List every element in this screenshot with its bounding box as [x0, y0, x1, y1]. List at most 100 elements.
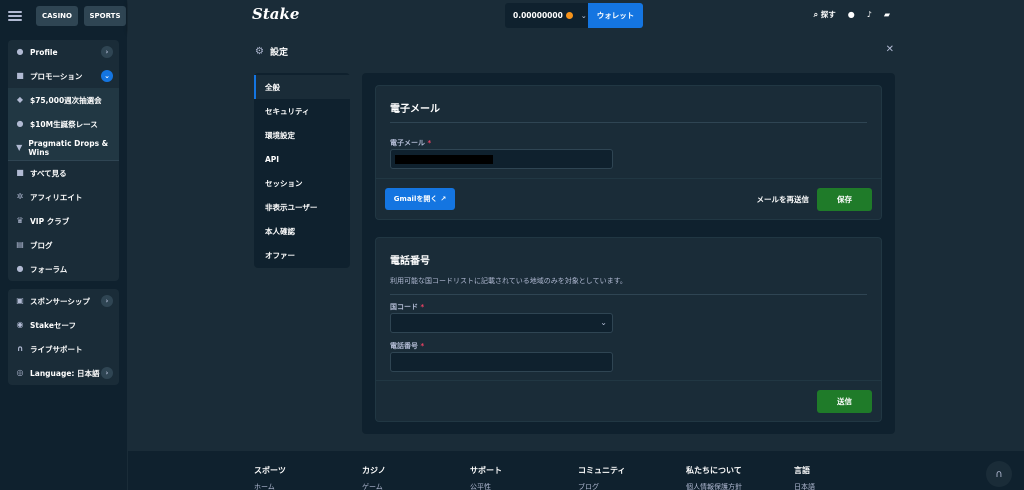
tab-api[interactable]: API	[254, 147, 350, 171]
gift-icon: ■	[16, 71, 24, 80]
chevron-right-icon[interactable]: ›	[101, 46, 113, 58]
promotions-submenu: ◆ $75,000週次抽選会 ● $10M生誕祭レース ▼ Pragmatic …	[8, 88, 119, 160]
divider	[390, 294, 867, 295]
sidebar-item-label: スポンサーシップ	[30, 296, 90, 306]
footer-heading-language: 言語	[794, 466, 810, 475]
sidebar-item-blog[interactable]: ▤ ブログ	[8, 233, 119, 257]
footer-heading-sports: スポーツ	[254, 466, 286, 475]
chevron-down-icon: ⌄	[580, 11, 587, 20]
settings-nav: 全般 セキュリティ 環境設定 API セッション 非表示ユーザー 本人確認 オフ…	[254, 73, 350, 268]
sidebar-item-label: Profile	[30, 47, 58, 57]
open-gmail-button[interactable]: Gmailを開く ↗	[385, 188, 455, 210]
sidebar-item-birthday-race[interactable]: ● $10M生誕祭レース	[8, 112, 119, 136]
resend-email-link[interactable]: メールを再送信	[757, 194, 810, 205]
phone-label-text: 電話番号	[390, 342, 418, 350]
bitcoin-icon	[565, 12, 573, 19]
sidebar-item-language[interactable]: ◎ Language: 日本語 ›	[8, 361, 119, 385]
user-icon[interactable]: ●	[848, 10, 855, 19]
redacted-email	[395, 155, 493, 164]
sidebar-item-vip[interactable]: ♛ VIP クラブ	[8, 209, 119, 233]
menu-icon[interactable]	[8, 11, 22, 21]
tab-security[interactable]: セキュリティ	[254, 99, 350, 123]
settings-content: 電子メール 電子メール * Gmailを開く ↗ メールを再送信 保存 電話番号…	[362, 73, 895, 434]
tab-sessions[interactable]: セッション	[254, 171, 350, 195]
coin-icon: ●	[16, 119, 24, 128]
page-footer: スポーツ ホーム カジノ ゲーム サポート 公平性 コミュニティ ブログ 私たち…	[128, 451, 1024, 490]
gear-icon: ⚙	[255, 46, 264, 57]
sidebar-item-label: ブログ	[30, 240, 53, 250]
chevron-down-icon[interactable]: ⌄	[101, 70, 113, 82]
sidebar-item-stake-safe[interactable]: ◉ Stakeセーフ	[8, 313, 119, 337]
stake-logo[interactable]: Stake	[252, 5, 299, 23]
gift-icon: ■	[16, 168, 24, 177]
tab-verification[interactable]: 本人確認	[254, 219, 350, 243]
page-title: ⚙ 設定	[255, 45, 288, 58]
tab-general[interactable]: 全般	[254, 75, 350, 99]
sidebar-item-pragmatic[interactable]: ▼ Pragmatic Drops & Wins	[8, 136, 119, 160]
chat-icon[interactable]: ▰	[884, 10, 890, 19]
sidebar-item-label: ライブサポート	[30, 344, 83, 354]
email-card-footer: Gmailを開く ↗ メールを再送信 保存	[376, 178, 881, 219]
phone-label: 電話番号 *	[390, 341, 424, 351]
email-card: 電子メール 電子メール * Gmailを開く ↗ メールを再送信 保存	[375, 85, 882, 220]
search-icon: ⌕	[813, 10, 819, 19]
divider	[390, 122, 867, 123]
close-icon[interactable]: ✕	[886, 44, 894, 55]
footer-heading-casino: カジノ	[362, 466, 386, 475]
notification-icon[interactable]: ♪	[867, 10, 872, 19]
sidebar-item-label: プロモーション	[30, 71, 83, 81]
phone-card-title: 電話番号	[390, 256, 430, 267]
search-button[interactable]: ⌕ 探す	[814, 9, 836, 20]
sidebar-item-label: $10M生誕祭レース	[30, 119, 98, 129]
email-label-text: 電子メール	[390, 139, 425, 147]
balance-selector[interactable]: 0.00000000 ⌄	[505, 3, 588, 28]
country-code-label-text: 国コード	[390, 303, 418, 311]
country-code-select[interactable]: ⌄	[390, 313, 613, 333]
wallet-button[interactable]: ウォレット	[588, 3, 643, 28]
page-title-text: 設定	[269, 48, 288, 58]
forum-icon: ●	[16, 264, 24, 273]
sidebar-item-forum[interactable]: ● フォーラム	[8, 257, 119, 281]
footer-link-home[interactable]: ホーム	[254, 482, 275, 490]
header-actions: ⌕ 探す ● ♪ ▰	[814, 9, 890, 20]
sidebar-item-sponsorship[interactable]: ▣ スポンサーシップ ›	[8, 289, 119, 313]
sidebar-item-label: $75,000週次抽選会	[30, 95, 102, 105]
footer-language-select[interactable]: 日本語	[794, 482, 815, 490]
crown-icon: ♛	[16, 216, 24, 225]
sidebar-item-profile[interactable]: ● Profile ›	[8, 40, 119, 64]
sidebar-item-promotions[interactable]: ■ プロモーション ⌄	[8, 64, 119, 88]
tab-offers[interactable]: オファー	[254, 243, 350, 267]
trophy-icon: ▼	[16, 143, 23, 152]
tab-hidden-users[interactable]: 非表示ユーザー	[254, 195, 350, 219]
phone-description: 利用可能な国コードリストに記載されている地域のみを対象としています。	[390, 277, 627, 285]
headset-icon: ∩	[995, 468, 1003, 480]
headset-icon: ∩	[16, 344, 24, 353]
casino-button[interactable]: CASINO	[36, 6, 78, 26]
submit-button[interactable]: 送信	[817, 390, 872, 413]
footer-link-blog[interactable]: ブログ	[578, 482, 599, 490]
email-field[interactable]	[390, 149, 613, 169]
sidebar-item-label: VIP クラブ	[30, 216, 70, 226]
sidebar-item-view-all[interactable]: ■ すべて見る	[8, 161, 119, 185]
required-marker: *	[427, 139, 432, 147]
sidebar-item-live-support[interactable]: ∩ ライブサポート	[8, 337, 119, 361]
chevron-right-icon[interactable]: ›	[101, 367, 113, 379]
sports-button[interactable]: SPORTS	[84, 6, 126, 26]
email-card-title: 電子メール	[390, 104, 440, 115]
search-label: 探す	[820, 10, 836, 19]
phone-field[interactable]	[390, 352, 613, 372]
chevron-down-icon: ⌄	[600, 318, 607, 327]
footer-link-fairness[interactable]: 公平性	[470, 482, 491, 490]
live-support-button[interactable]: ∩	[986, 461, 1012, 487]
footer-link-games[interactable]: ゲーム	[362, 482, 383, 490]
sponsor-icon: ▣	[16, 296, 24, 305]
sidebar-item-label: アフィリエイト	[30, 192, 83, 202]
footer-heading-support: サポート	[470, 466, 502, 475]
save-button[interactable]: 保存	[817, 188, 872, 211]
sidebar-item-weekly-raffle[interactable]: ◆ $75,000週次抽選会	[8, 88, 119, 112]
chevron-right-icon[interactable]: ›	[101, 295, 113, 307]
sidebar-item-affiliate[interactable]: ✲ アフィリエイト	[8, 185, 119, 209]
footer-link-privacy[interactable]: 個人情報保護方針	[686, 482, 742, 490]
tab-preferences[interactable]: 環境設定	[254, 123, 350, 147]
country-code-label: 国コード *	[390, 302, 424, 312]
